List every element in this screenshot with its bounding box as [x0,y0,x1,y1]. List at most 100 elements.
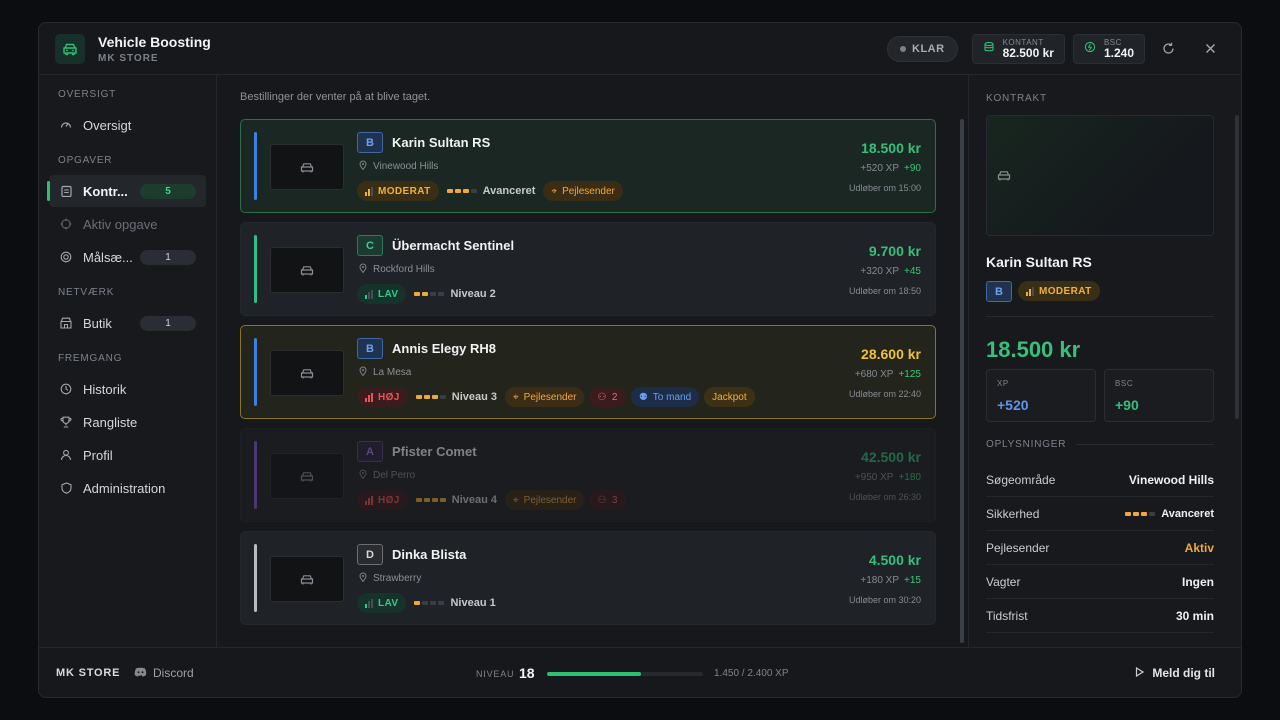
discord-link[interactable]: Discord [134,666,194,680]
reward-line: +520 XP +90 [860,163,921,174]
cash-box: KONTANT 82.500 kr [971,33,1065,64]
sidebar-item-label: Butik [83,315,112,331]
car-thumbnail-icon [270,350,344,396]
security-dots-icon [1125,511,1156,516]
security-dots-icon [415,498,446,502]
bsc-icon [1084,40,1096,58]
contract-price: 28.600 kr [861,346,921,362]
cash-value: 82.500 kr [1002,45,1054,60]
expiry-text: Udløber om 30:20 [848,595,921,605]
contract-detail-panel: KONTRAKT Karin Sultan RS B MODERAT 18.50… [968,75,1241,647]
level-value: 18 [519,665,535,681]
close-icon[interactable] [1195,34,1225,64]
sidebar-item-label: Kontr... [83,183,128,199]
contract-card[interactable]: D Dinka Blista Strawberry LAV Niveau 1 4… [240,531,936,625]
clipboard-icon [59,184,73,198]
sidebar-item-kontrakter[interactable]: Kontr... 5 [47,175,206,207]
security-level: Niveau 2 [414,288,496,300]
security-dots-icon [415,395,446,399]
app-subtitle: MK STORE [98,52,159,64]
sidebar-section-title: NETVÆRK [58,287,115,298]
sidebar-item-administration[interactable]: Administration [49,472,206,504]
risk-badge: LAV [357,284,407,304]
contract-card[interactable]: C Übermacht Sentinel Rockford Hills LAV … [240,222,936,316]
contract-price: 9.700 kr [868,243,921,259]
class-accent-bar [254,338,257,406]
location-label: Rockford Hills [373,264,435,275]
page-subtitle: Bestillinger der venter på at blive tage… [240,91,431,103]
expiry-text: Udløber om 26:30 [848,492,921,502]
sidebar-item-profil[interactable]: Profil [49,439,206,471]
two-person-badge: ⚉ To mand [630,387,700,407]
join-button[interactable]: Meld dig til [1135,666,1215,680]
contracts-list: Bestillinger der venter på at blive tage… [218,75,967,647]
contract-card[interactable]: A Pfister Comet Del Perro HØJ Niveau 4 ⌖… [240,428,936,522]
sidebar-item-label: Administration [83,480,166,496]
risk-badge: HØJ [357,387,408,407]
car-logo-icon [55,33,85,64]
location: Del Perro [359,469,415,482]
count-badge: 1 [140,316,196,331]
reward-line: +180 XP +15 [860,575,921,586]
tag-row: LAV Niveau 2 [357,284,499,304]
guards-badge: ⚇ 3 [589,490,626,510]
contract-card[interactable]: B Karin Sultan RS Vinewood Hills MODERAT… [240,119,936,213]
contract-card[interactable]: B Annis Elegy RH8 La Mesa HØJ Niveau 3 ⌖… [240,325,936,419]
security-dots-icon [414,292,445,296]
xp-progress-text: 1.450 / 2.400 XP [714,668,789,679]
tracker-badge: ⌖ Pejlesender [505,490,585,510]
jackpot-badge: Jackpot [704,387,755,407]
car-name: Karin Sultan RS [392,135,491,150]
play-icon [1135,666,1145,680]
pin-icon [359,572,367,585]
sidebar-item-maalsaetning[interactable]: Målsæ... 1 [49,241,206,273]
sidebar-item-label: Profil [83,447,113,463]
xp-stat-value: +520 [997,397,1029,413]
detail-scrollbar[interactable] [1235,115,1239,419]
class-accent-bar [254,544,257,612]
app-window: Vehicle Boosting MK STORE KLAR KONTANT 8… [38,22,1242,698]
class-accent-bar [254,441,257,509]
level-label: NIVEAU [476,669,515,679]
class-accent-bar [254,132,257,200]
xp-stat-label: XP [997,379,1009,388]
status-dot-icon [900,45,907,52]
info-row: Tidsfrist 30 min [986,599,1214,633]
location-label: Del Perro [373,470,416,481]
expiry-text: Udløber om 22:40 [848,389,921,399]
sidebar-item-aktiv-opgave[interactable]: Aktiv opgave [49,208,206,240]
sidebar-item-historik[interactable]: Historik [49,373,206,405]
pin-icon [359,366,367,379]
footer-brand: MK STORE [56,667,121,679]
reward-line: +680 XP +125 [854,369,921,380]
class-badge: C [357,235,383,256]
signal-bars-icon [365,495,373,505]
sidebar-section-title: OPGAVER [58,155,113,166]
signal-bars-icon [365,289,373,299]
class-badge: A [357,441,383,462]
pin-icon [359,160,367,173]
status-badge: KLAR [887,35,958,62]
security-level: Avanceret [446,185,535,197]
xp-stat: XP +520 [986,369,1096,422]
tracker-badge: ⌖ Pejlesender [505,387,585,407]
signal-bars-icon [365,186,373,196]
crosshair-icon [59,217,73,231]
signal-bars-icon [365,392,373,402]
location: La Mesa [359,366,411,379]
sidebar-item-rangliste[interactable]: Rangliste [49,406,206,438]
shield-icon [59,481,73,495]
list-scrollbar[interactable] [960,119,964,643]
sidebar-section-title: FREMGANG [58,353,123,364]
info-row: Pejlesender Aktiv [986,531,1214,565]
tracker-icon: ⌖ [513,391,519,403]
car-thumbnail-icon [270,144,344,190]
class-badge: B [357,338,383,359]
sidebar-item-oversigt[interactable]: Oversigt [49,109,206,141]
refresh-icon[interactable] [1153,34,1183,64]
car-name: Pfister Comet [392,444,477,459]
sidebar-item-butik[interactable]: Butik 1 [49,307,206,339]
xp-progress-fill [547,672,642,676]
tracker-badge: ⌖ Pejlesender [543,181,623,201]
location: Strawberry [359,572,421,585]
